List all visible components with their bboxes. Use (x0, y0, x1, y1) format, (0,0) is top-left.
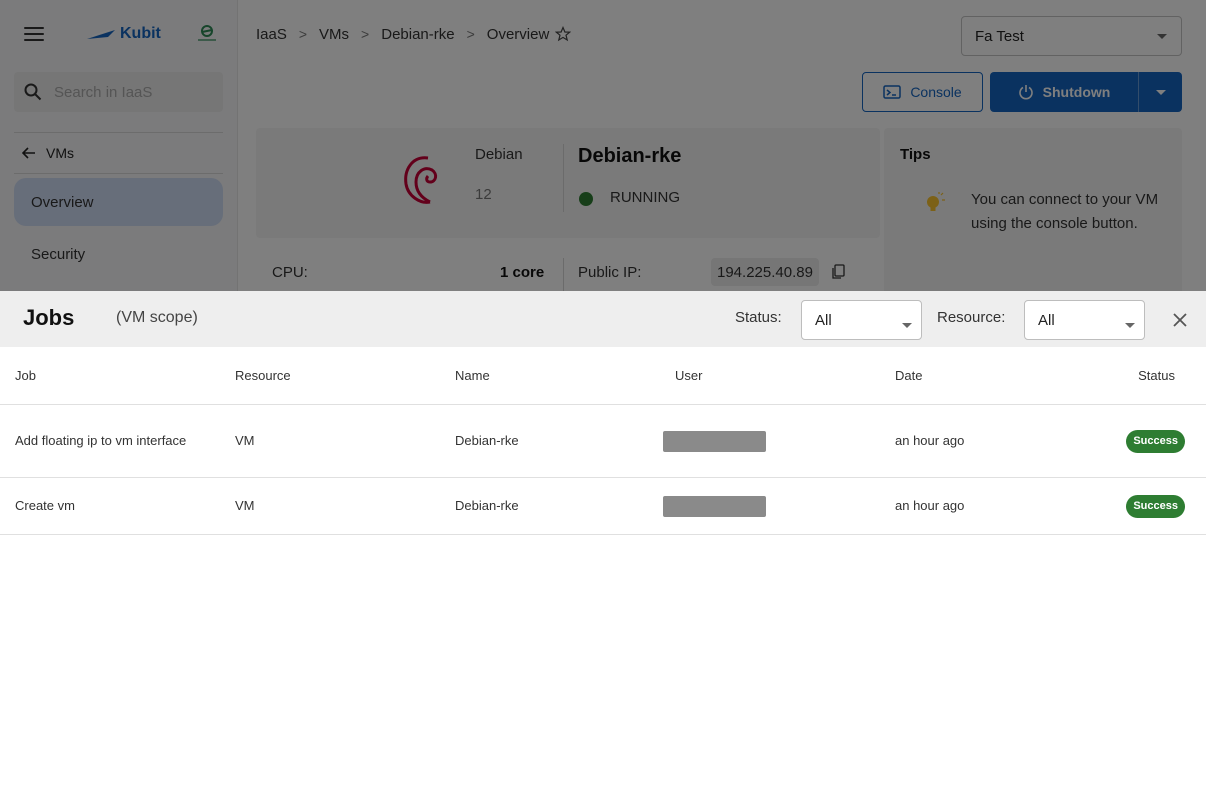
shutdown-button-group: Shutdown (990, 72, 1182, 112)
sidebar-divider (14, 173, 223, 174)
chevron-down-icon (902, 323, 912, 328)
shutdown-label: Shutdown (1042, 84, 1111, 100)
resource-filter-select[interactable]: All (1024, 300, 1145, 340)
divider (563, 144, 564, 212)
jobs-header: Jobs (VM scope) Status: All Resource: Al… (0, 291, 1206, 347)
search-icon (24, 83, 42, 101)
star-icon[interactable] (555, 26, 572, 42)
chevron-down-icon (1125, 323, 1135, 328)
os-version: 12 (475, 186, 492, 203)
status-filter-value: All (815, 311, 832, 329)
menu-icon[interactable] (24, 27, 44, 41)
resource-cell: VM (235, 477, 455, 535)
date-cell: an hour ago (895, 404, 1115, 478)
column-header-user[interactable]: User (675, 347, 895, 405)
column-header-date[interactable]: Date (895, 347, 1115, 405)
date-cell: an hour ago (895, 477, 1115, 535)
status-badge: Success (1126, 494, 1185, 518)
boat-icon (87, 29, 115, 39)
name-cell: Debian-rke (455, 404, 675, 478)
redacted-user (663, 495, 766, 517)
chevron-down-icon (1157, 34, 1167, 39)
vm-specs: CPU: 1 core Public IP: 194.225.40.89 (256, 248, 880, 292)
jobs-scope: (VM scope) (116, 309, 198, 326)
status-dot (579, 192, 593, 206)
name-cell: Debian-rke (455, 477, 675, 535)
status-badge: Success (1126, 429, 1185, 453)
partner-logo-icon (197, 25, 216, 41)
user-cell (663, 477, 895, 535)
resource-filter-value: All (1038, 311, 1055, 329)
breadcrumb-vms[interactable]: VMs (319, 26, 349, 43)
sidebar-header: Kubit (0, 0, 237, 68)
column-header-name[interactable]: Name (455, 347, 675, 405)
terminal-icon (883, 85, 902, 99)
tips-panel: Tips You can connect to your VM using th… (884, 128, 1182, 298)
status-filter-select[interactable]: All (801, 300, 922, 340)
status-filter-label: Status: (735, 309, 782, 326)
brand-name: Kubit (120, 25, 161, 42)
jobs-drawer: Jobs (VM scope) Status: All Resource: Al… (0, 291, 1206, 790)
user-cell (663, 404, 895, 478)
lightbulb-icon (927, 192, 945, 211)
cpu-value: 1 core (500, 264, 545, 281)
column-header-status[interactable]: Status (1115, 347, 1206, 405)
shutdown-button[interactable]: Shutdown (990, 84, 1138, 100)
shutdown-menu-button[interactable] (1138, 72, 1182, 112)
jobs-title: Jobs (23, 305, 75, 330)
tip-text: You can connect to your VM using the con… (971, 191, 1159, 232)
sidebar-item-overview[interactable]: Overview (14, 178, 223, 226)
cpu-label: CPU: (272, 264, 308, 281)
redacted-user (663, 430, 766, 452)
chevron-down-icon (1155, 89, 1166, 95)
brand-logo[interactable]: Kubit (86, 25, 161, 43)
project-select[interactable]: Fa Test (961, 16, 1182, 56)
divider (563, 258, 564, 292)
vm-name: Debian-rke (578, 145, 682, 167)
resource-filter-label: Resource: (937, 309, 1006, 326)
close-icon[interactable] (1170, 310, 1190, 330)
tips-title: Tips (900, 146, 931, 163)
column-header-job[interactable]: Job (0, 347, 235, 405)
status-cell: Success (1115, 404, 1206, 478)
public-ip-label: Public IP: (578, 264, 642, 281)
table-header-row: Job Resource Name User Date Status (0, 347, 1206, 405)
sidebar-item-security[interactable]: Security (14, 230, 223, 278)
vm-state: RUNNING (610, 189, 680, 206)
chevron-right-icon: > (466, 26, 475, 42)
power-icon (1018, 85, 1033, 100)
column-header-resource[interactable]: Resource (235, 347, 455, 405)
breadcrumb-current: Overview (486, 25, 550, 43)
jobs-table: Job Resource Name User Date Status Add f… (0, 347, 1206, 535)
job-cell: Add floating ip to vm interface (0, 404, 235, 478)
os-name: Debian (475, 146, 523, 163)
back-label: VMs (46, 145, 74, 161)
breadcrumb: IaaS > VMs > Debian-rke > Overview (256, 25, 572, 43)
public-ip-value[interactable]: 194.225.40.89 (711, 258, 819, 286)
chevron-right-icon: > (298, 26, 308, 42)
console-label: Console (910, 84, 962, 100)
status-cell: Success (1115, 477, 1206, 535)
sidebar-item-label: Overview (31, 193, 94, 211)
debian-logo (404, 156, 438, 204)
search-placeholder: Search in IaaS (54, 83, 153, 101)
breadcrumb-vm[interactable]: Debian-rke (381, 26, 454, 43)
project-select-value: Fa Test (975, 27, 1024, 45)
vm-summary-card: Debian 12 Debian-rke RUNNING (256, 128, 880, 238)
table-row[interactable]: Create vm VM Debian-rke an hour ago Succ… (0, 477, 1206, 535)
top-bar: IaaS > VMs > Debian-rke > Overview Fa Te… (238, 0, 1206, 68)
table-row[interactable]: Add floating ip to vm interface VM Debia… (0, 404, 1206, 478)
chevron-right-icon: > (361, 26, 370, 42)
sidebar-item-label: Security (31, 245, 86, 263)
job-cell: Create vm (0, 477, 235, 535)
resource-cell: VM (235, 404, 455, 478)
arrow-left-icon (22, 147, 35, 159)
back-to-vms-link[interactable]: VMs (0, 133, 237, 173)
sidebar-search-input[interactable]: Search in IaaS (14, 72, 223, 112)
console-button[interactable]: Console (862, 72, 983, 112)
breadcrumb-iaas[interactable]: IaaS (256, 26, 287, 43)
copy-icon[interactable] (831, 264, 845, 280)
